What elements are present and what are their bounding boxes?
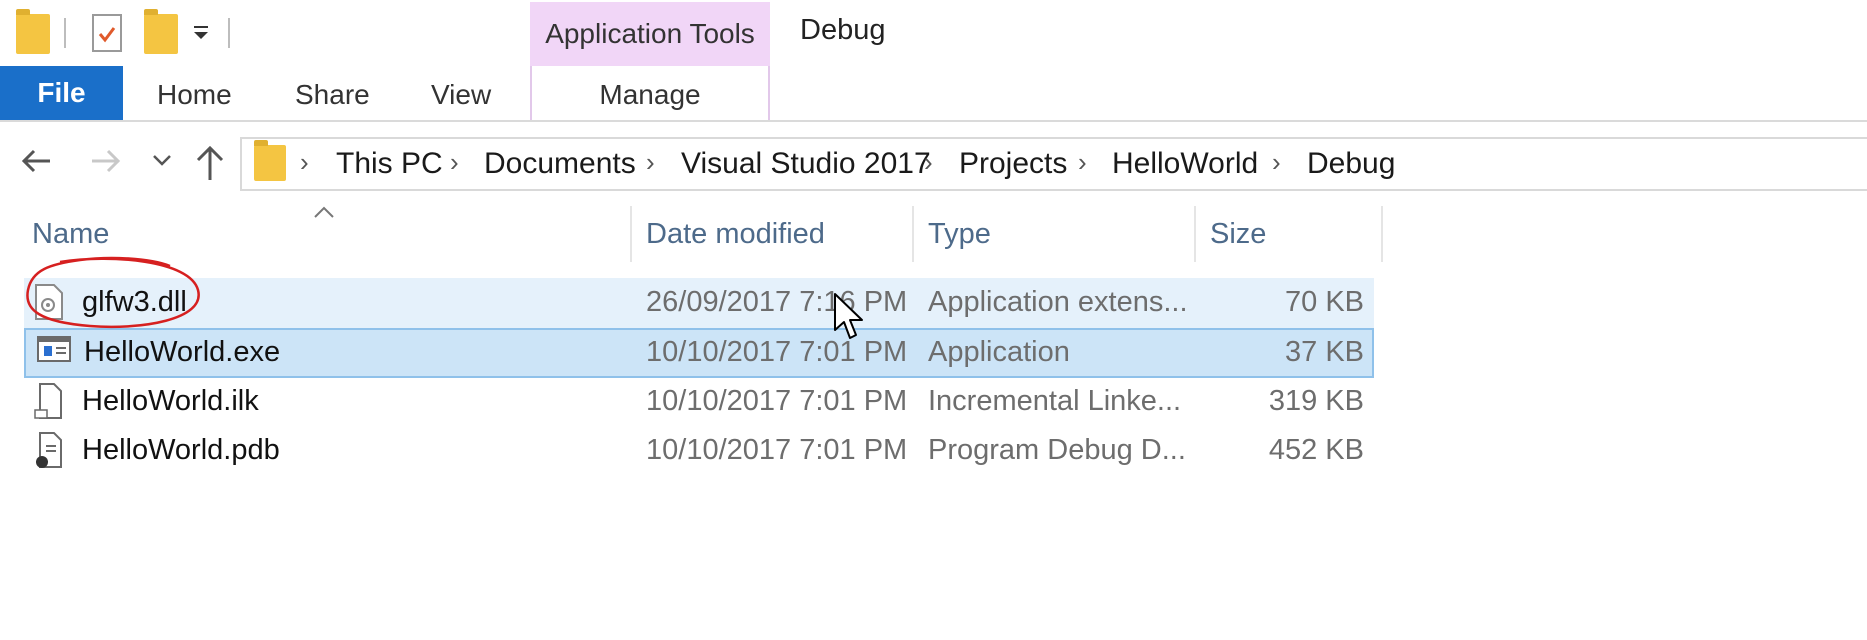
breadcrumb-projects[interactable]: Projects [959, 147, 1067, 181]
ribbon-divider [0, 120, 1867, 122]
file-size: 452 KB [1268, 434, 1364, 466]
chevron-right-icon[interactable]: › [1272, 147, 1281, 178]
file-name: HelloWorld.exe [84, 336, 281, 368]
file-date: 10/10/2017 7:01 PM [646, 385, 908, 417]
breadcrumb-visual-studio[interactable]: Visual Studio 2017 [681, 147, 931, 181]
recent-locations-chevron-icon[interactable] [150, 150, 174, 170]
file-date: 10/10/2017 7:01 PM [646, 336, 908, 368]
breadcrumb-debug[interactable]: Debug [1307, 147, 1395, 181]
context-tab-label: Application Tools [545, 18, 755, 49]
tab-home[interactable]: Home [157, 79, 232, 111]
file-type: Application extens... [928, 286, 1188, 318]
customize-toolbar-icon[interactable] [190, 20, 214, 44]
chevron-right-icon[interactable]: › [300, 147, 309, 178]
file-row[interactable]: HelloWorld.exe 10/10/2017 7:01 PM Applic… [24, 328, 1374, 378]
application-tools-context-tab: Application Tools [530, 2, 770, 66]
tab-view[interactable]: View [431, 79, 491, 111]
file-name: HelloWorld.pdb [82, 434, 280, 466]
properties-icon[interactable] [92, 14, 122, 52]
tab-share[interactable]: Share [295, 79, 370, 111]
file-type: Incremental Linke... [928, 385, 1182, 417]
file-type: Program Debug D... [928, 434, 1186, 466]
location-folder-icon [254, 140, 286, 181]
pdb-file-icon [34, 431, 66, 469]
column-divider[interactable] [912, 206, 914, 262]
file-row[interactable]: HelloWorld.pdb 10/10/2017 7:01 PM Progra… [24, 426, 1374, 476]
column-divider[interactable] [1381, 206, 1383, 262]
tab-manage[interactable]: Manage [530, 66, 770, 120]
file-row[interactable]: HelloWorld.ilk 10/10/2017 7:01 PM Increm… [24, 377, 1374, 427]
exe-file-icon [36, 334, 71, 372]
column-divider[interactable] [1194, 206, 1196, 262]
mouse-cursor-icon [834, 293, 863, 339]
column-header-date[interactable]: Date modified [646, 218, 825, 251]
file-date: 10/10/2017 7:01 PM [646, 434, 908, 466]
quick-access-toolbar [10, 6, 250, 56]
forward-button[interactable] [84, 138, 128, 184]
tab-manage-label: Manage [599, 79, 701, 110]
chevron-right-icon[interactable]: › [646, 147, 655, 178]
file-date: 26/09/2017 7:16 PM [646, 286, 908, 318]
column-divider[interactable] [630, 206, 632, 262]
chevron-right-icon[interactable]: › [1078, 147, 1087, 178]
window-title: Debug [800, 14, 886, 46]
column-header-name[interactable]: Name [32, 218, 109, 251]
file-size: 319 KB [1268, 385, 1364, 417]
file-row[interactable]: glfw3.dll 26/09/2017 7:16 PM Application… [24, 278, 1374, 328]
annotation-circle [26, 256, 200, 329]
new-folder-icon[interactable] [144, 9, 178, 54]
toolbar-separator [228, 18, 230, 48]
file-name: HelloWorld.ilk [82, 385, 259, 417]
chevron-right-icon[interactable]: › [924, 147, 933, 178]
file-size: 70 KB [1285, 286, 1364, 318]
sort-ascending-icon [313, 198, 335, 226]
breadcrumb-helloworld[interactable]: HelloWorld [1112, 147, 1258, 181]
chevron-right-icon[interactable]: › [450, 147, 459, 178]
breadcrumb-this-pc[interactable]: This PC [336, 147, 443, 181]
folder-icon[interactable] [16, 9, 50, 54]
column-header-type[interactable]: Type [928, 218, 991, 251]
column-header-size[interactable]: Size [1210, 218, 1266, 251]
up-button[interactable] [192, 142, 228, 182]
back-button[interactable] [14, 138, 58, 184]
ilk-file-icon [34, 382, 66, 420]
toolbar-separator [64, 18, 66, 48]
file-type: Application [928, 336, 1070, 368]
file-size: 37 KB [1285, 336, 1364, 368]
breadcrumb-documents[interactable]: Documents [484, 147, 636, 181]
tab-file[interactable]: File [0, 66, 123, 120]
address-bar[interactable]: › This PC › Documents › Visual Studio 20… [240, 137, 1867, 191]
